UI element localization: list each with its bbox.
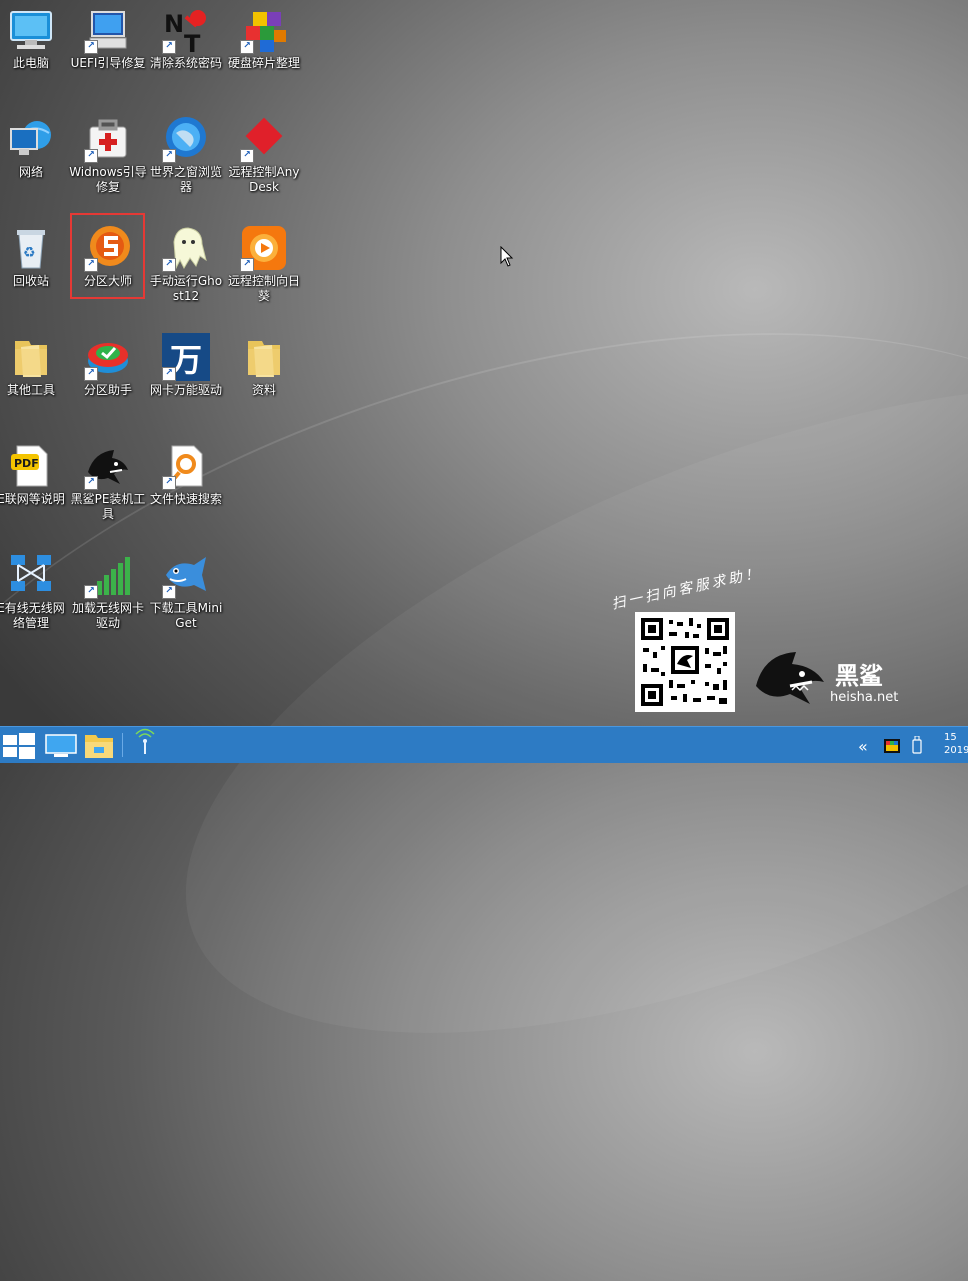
fish-icon: ↗ xyxy=(162,551,210,599)
desktop-icon-pdf-guide[interactable]: PDF E联网等说明 xyxy=(0,438,70,538)
nt-password-icon: NT ↗ xyxy=(162,6,210,58)
desktop-icon-partition-assistant[interactable]: ↗ 分区助手 xyxy=(69,329,147,429)
desktop-icon-label: 下载工具MiniGet xyxy=(149,601,223,630)
desktop-icon-label: 分区助手 xyxy=(83,383,132,397)
pdf-icon: PDF xyxy=(7,442,55,490)
monitor-icon xyxy=(45,734,77,757)
taskbar-divider xyxy=(122,733,123,757)
clock-date[interactable]: 2019 xyxy=(944,745,968,757)
taskbar: « 15 2019 xyxy=(0,726,968,763)
computer-icon xyxy=(7,6,55,54)
partition-assistant-icon: ↗ xyxy=(84,333,132,381)
tray-usb-icon[interactable] xyxy=(912,735,922,754)
sunflower-icon: ↗ xyxy=(240,224,288,272)
desktop-icon-wan-driver[interactable]: 万 ↗ 网卡万能驱动 xyxy=(147,329,225,429)
desktop-icon-label: E联网等说明 xyxy=(0,492,65,506)
desktop-icon-heisha-pe[interactable]: ↗ 黑鲨PE装机工具 xyxy=(69,438,147,538)
desktop-icon-label: 网卡万能驱动 xyxy=(149,383,222,397)
browser-globe-icon: ↗ xyxy=(162,115,210,163)
qr-code-icon xyxy=(635,612,735,712)
folder-icon xyxy=(240,333,288,381)
promo-tagline: 扫一扫向客服求助！ xyxy=(610,565,764,613)
desktop-icon-other-tools[interactable]: 其他工具 xyxy=(0,329,70,429)
desktop-icon-sunflower[interactable]: ↗ 远程控制向日葵 xyxy=(225,220,303,320)
desktop-icon-wireless-driver[interactable]: ↗ 加载无线网卡驱动 xyxy=(69,547,147,647)
desktop-icon-label: 回收站 xyxy=(12,274,49,288)
computer-repair-icon: ↗ xyxy=(84,6,132,54)
desktop-icon-label: 远程控制AnyDesk xyxy=(228,165,300,194)
wireless-antenna-icon xyxy=(135,728,155,754)
desktop-icon-label: 手动运行Ghost12 xyxy=(149,274,223,303)
anydesk-icon: ↗ xyxy=(240,115,288,163)
ghost-icon: ↗ xyxy=(162,224,210,272)
wireless-signal-button[interactable] xyxy=(128,727,162,763)
file-search-icon: ↗ xyxy=(162,442,210,490)
desktop-icon-label: Widnows引导修复 xyxy=(69,165,147,194)
desktop-icon-network-manager[interactable]: E有线无线网络管理 xyxy=(0,547,70,647)
desktop-icon-theworld-browser[interactable]: ↗ 世界之窗浏览器 xyxy=(147,111,225,211)
taskbar-explorer-button[interactable] xyxy=(80,727,118,763)
wan-driver-icon: 万 ↗ xyxy=(162,333,210,381)
network-manager-icon xyxy=(7,551,55,599)
desktop-icon-label: 文件快速搜索 xyxy=(149,492,222,506)
desktop-icon-label: 清除系统密码 xyxy=(149,56,222,70)
desktop-icon-this-pc[interactable]: 此电脑 xyxy=(0,2,70,102)
desktop-icon-file-search[interactable]: ↗ 文件快速搜索 xyxy=(147,438,225,538)
tray-expand-icon[interactable]: « xyxy=(858,737,868,756)
brand-url: heisha.net xyxy=(830,690,899,705)
desktop-icon-defrag[interactable]: ↗ 硬盘碎片整理 xyxy=(225,2,303,102)
desktop-icon-label: E有线无线网络管理 xyxy=(0,601,65,630)
file-explorer-icon xyxy=(85,735,113,758)
desktop-icon-miniget[interactable]: ↗ 下载工具MiniGet xyxy=(147,547,225,647)
desktop-icon-uefi-repair[interactable]: ↗ UEFI引导修复 xyxy=(69,2,147,102)
svg-text:T: T xyxy=(184,30,201,54)
brand-shark-logo-icon xyxy=(752,646,828,710)
desktop-icon-ghost12[interactable]: ↗ 手动运行Ghost12 xyxy=(147,220,225,320)
desktop-icon-label: 其他工具 xyxy=(6,383,55,397)
tray-color-icon[interactable] xyxy=(884,738,900,753)
svg-text:PDF: PDF xyxy=(14,457,39,470)
desktop-icon-anydesk[interactable]: ↗ 远程控制AnyDesk xyxy=(225,111,303,211)
taskbar-desktop-button[interactable] xyxy=(42,727,80,763)
desktop-icon-clear-password[interactable]: NT ↗ 清除系统密码 xyxy=(147,2,225,102)
start-button[interactable] xyxy=(0,727,38,763)
svg-text:♻: ♻ xyxy=(23,245,36,261)
desktop-icon-label: 网络 xyxy=(18,165,43,179)
desktop-icon-label: 资料 xyxy=(251,383,276,397)
desktop-icon-label: 此电脑 xyxy=(12,56,49,70)
folder-icon xyxy=(7,333,55,381)
svg-text:N: N xyxy=(164,10,184,38)
desktop-icon-windows-boot-repair[interactable]: ↗ Widnows引导修复 xyxy=(69,111,147,211)
brand-name: 黑鲨 xyxy=(835,662,883,690)
desktop-icon-label: 硬盘碎片整理 xyxy=(227,56,300,70)
desktop-icon-label: UEFI引导修复 xyxy=(70,56,146,70)
desktop-icon-label: 远程控制向日葵 xyxy=(227,274,300,303)
defrag-cubes-icon: ↗ xyxy=(240,6,288,54)
desktop-icon-label: 黑鲨PE装机工具 xyxy=(70,492,146,521)
desktop-icon-label: 世界之窗浏览器 xyxy=(149,165,222,194)
recycle-bin-icon: ♻ xyxy=(7,224,55,272)
desktop-icon-materials[interactable]: 资料 xyxy=(225,329,303,429)
network-globe-icon xyxy=(7,115,55,163)
windows-logo-icon xyxy=(3,733,35,759)
shark-icon: ↗ xyxy=(84,442,132,490)
wifi-bars-icon: ↗ xyxy=(84,551,132,599)
desktop-icon-network[interactable]: 网络 xyxy=(0,111,70,211)
selection-highlight xyxy=(70,213,145,299)
first-aid-kit-icon: ↗ xyxy=(84,115,132,163)
desktop-icon-recycle-bin[interactable]: ♻ 回收站 xyxy=(0,220,70,320)
clock-time[interactable]: 15 xyxy=(944,732,957,744)
desktop-icon-label: 加载无线网卡驱动 xyxy=(71,601,144,630)
